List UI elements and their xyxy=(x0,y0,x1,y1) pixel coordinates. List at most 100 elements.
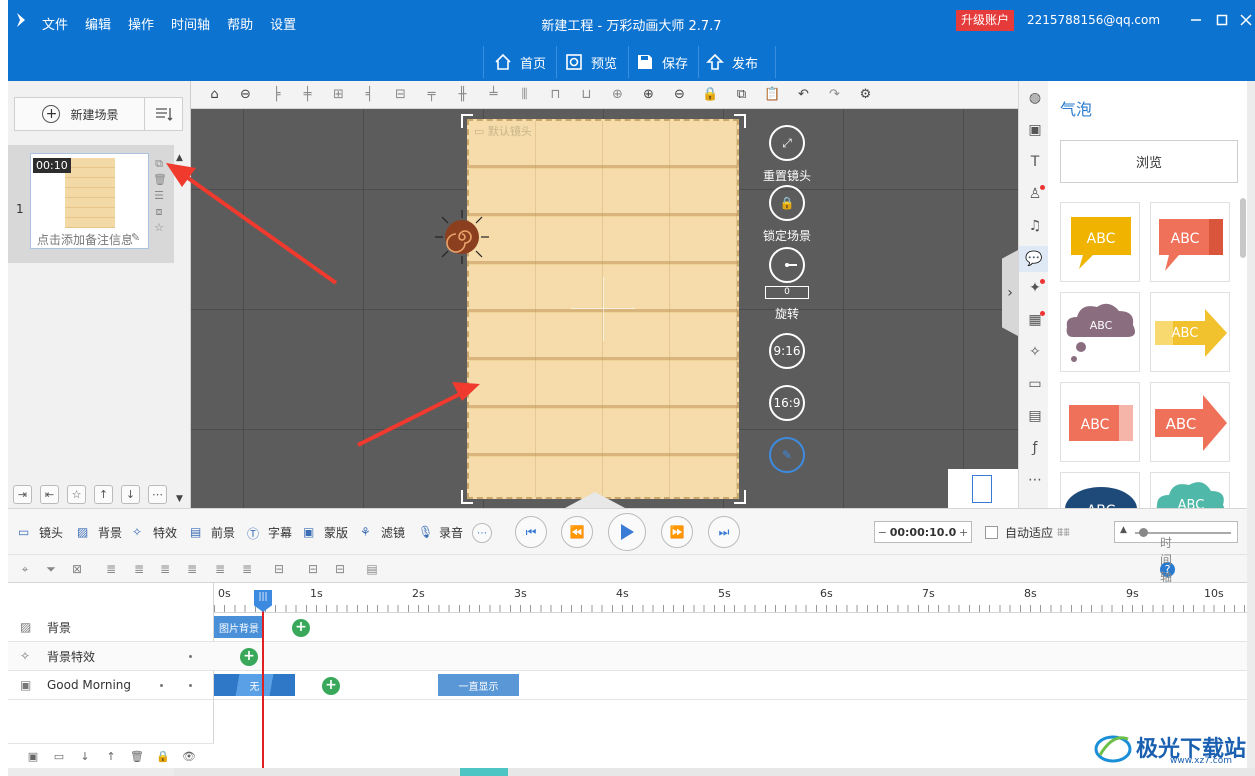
auto-fit-checkbox[interactable]: 自动适应 ⩩⩩ xyxy=(985,524,1070,541)
forward-button[interactable]: ⏩ xyxy=(661,516,693,548)
duplicate-scene-icon[interactable]: ⧈ xyxy=(153,205,165,219)
distribute-icon[interactable]: ⊟ xyxy=(272,562,286,576)
scene-item[interactable]: 1 00:10 点击添加备注信息 ✎ ⧉ 🗑 ☰ ⧈ ☆ xyxy=(8,145,174,263)
home-button[interactable]: 首页 xyxy=(494,48,546,76)
auto-fit-box[interactable] xyxy=(985,526,998,539)
visibility-dot[interactable] xyxy=(189,655,192,658)
tab-effects[interactable]: ✧ 特效 xyxy=(132,524,177,540)
music-icon[interactable]: ♫ xyxy=(1026,217,1044,235)
reset-camera-icon[interactable]: ⤢ xyxy=(769,125,805,161)
rotate-control[interactable]: 0 旋转 xyxy=(757,247,817,322)
text-icon[interactable]: T xyxy=(1026,153,1044,171)
copy-icon[interactable]: ⧉ xyxy=(726,84,757,106)
align-tool-icon[interactable]: ≣ xyxy=(158,562,172,576)
publish-button[interactable]: 发布 xyxy=(706,48,758,76)
panel-scrollbar[interactable] xyxy=(1240,198,1246,258)
ratio-169-button[interactable]: 16:9 xyxy=(757,385,817,421)
filter-icon[interactable]: ⏷ xyxy=(44,562,58,576)
align-middle-icon[interactable]: ╫ xyxy=(447,84,478,106)
bubble-item[interactable]: ABC xyxy=(1060,382,1140,462)
shape-icon[interactable]: ◍ xyxy=(1026,89,1044,107)
effect-wand-icon[interactable]: ✧ xyxy=(1026,343,1044,361)
track-background-effects[interactable]: ✧ 背景特效 xyxy=(8,642,214,671)
zoom-out-small-icon[interactable]: ▲ xyxy=(1120,525,1127,535)
same-width-icon[interactable]: ⊓ xyxy=(540,84,571,106)
settings-icon[interactable]: ⚙ xyxy=(850,84,881,106)
lock-dot[interactable] xyxy=(160,684,163,687)
home-view-icon[interactable]: ⌂ xyxy=(199,84,230,106)
scene-settings-icon[interactable]: ☰ xyxy=(153,189,165,203)
bubble-item[interactable]: ABC xyxy=(1060,472,1140,508)
more-icon[interactable]: ⋯ xyxy=(148,484,167,504)
move-up-icon[interactable]: ↑ xyxy=(94,484,113,504)
bubble-item[interactable]: ABC xyxy=(1060,292,1140,372)
minimize-icon[interactable] xyxy=(1188,12,1204,28)
delete-scene-icon[interactable]: 🗑 xyxy=(153,173,167,187)
align-grid-icon[interactable]: ⊞ xyxy=(323,84,354,106)
bubble-item[interactable]: ABC xyxy=(1150,382,1230,462)
next-frame-button[interactable]: ⏭ xyxy=(708,516,740,548)
rewind-button[interactable]: ⏪ xyxy=(561,516,593,548)
user-account[interactable]: 2215788156@qq.com xyxy=(1027,13,1160,27)
maximize-icon[interactable] xyxy=(1214,12,1230,28)
tab-subtitle[interactable]: Ⓣ 字幕 xyxy=(247,524,292,542)
same-size-icon[interactable]: ⊕ xyxy=(602,84,633,106)
add-keyframe-icon[interactable]: ⌖ xyxy=(18,562,32,576)
flash-icon[interactable]: ƒ xyxy=(1026,439,1044,457)
document-icon[interactable]: ▤ xyxy=(365,562,379,576)
prev-frame-button[interactable]: ⏮ xyxy=(515,516,547,548)
scene-thumbnail[interactable]: 00:10 点击添加备注信息 ✎ xyxy=(30,153,149,249)
align-right-icon[interactable]: ╡ xyxy=(354,84,385,106)
more-options-icon[interactable]: ⊖ xyxy=(230,84,261,106)
increase-icon[interactable]: + xyxy=(956,526,971,539)
browse-button[interactable]: 浏览 xyxy=(1060,140,1238,183)
clear-icon[interactable]: ⊠ xyxy=(70,562,84,576)
edit-note-icon[interactable]: ✎ xyxy=(131,231,140,244)
duration-value[interactable]: 00:00:10.0 xyxy=(890,526,957,539)
new-scene-button[interactable]: + 新建场景 xyxy=(14,97,147,131)
tab-background[interactable]: ▨ 背景 xyxy=(77,524,122,540)
scene-note[interactable]: 点击添加备注信息 xyxy=(37,231,133,248)
timeline-clip[interactable]: 无 xyxy=(214,674,295,696)
copy-scene-icon[interactable]: ⧉ xyxy=(153,157,165,171)
star-icon[interactable]: ☆ xyxy=(67,484,86,504)
collapse-panel-icon[interactable]: › xyxy=(1002,250,1018,336)
close-icon[interactable] xyxy=(1238,12,1254,28)
favorite-scene-icon[interactable]: ☆ xyxy=(153,221,165,235)
image-icon[interactable]: ▣ xyxy=(1026,121,1044,139)
visibility-dot[interactable] xyxy=(189,684,192,687)
tab-record[interactable]: 🎙 录音 xyxy=(418,524,463,540)
add-animation-icon[interactable]: + xyxy=(240,648,258,666)
zoom-in-icon[interactable]: ⊕ xyxy=(633,84,664,106)
align-tool-icon[interactable]: ≣ xyxy=(185,562,199,576)
lock-scene-icon[interactable]: 🔒 xyxy=(769,185,805,221)
duration-input[interactable]: − 00:00:10.0 + xyxy=(874,521,972,543)
reset-camera-control[interactable]: ⤢ 重置镜头 xyxy=(757,125,817,184)
track-lane-good-morning[interactable]: 无 + 一直显示 xyxy=(214,671,1247,700)
timeline-clip[interactable]: 图片背景 xyxy=(214,616,264,638)
same-height-icon[interactable]: ⊔ xyxy=(571,84,602,106)
zoom-out-icon[interactable]: ⊖ xyxy=(664,84,695,106)
upgrade-button[interactable]: 升级账户 xyxy=(956,10,1015,31)
pen-icon[interactable]: ✎ xyxy=(769,437,805,473)
align-bottom-icon[interactable]: ╧ xyxy=(478,84,509,106)
bubble-icon[interactable]: 💬 xyxy=(1019,246,1049,272)
timeline-zoom-slider[interactable]: ▲ xyxy=(1114,521,1238,543)
bubble-item[interactable]: ABC xyxy=(1150,292,1230,372)
distribute-v-icon[interactable]: ⫼ xyxy=(509,84,540,106)
timeline-help-link[interactable]: ? 时间轴帮助 xyxy=(1160,536,1178,618)
more-tabs-icon[interactable]: ⋯ xyxy=(472,523,492,543)
play-button[interactable] xyxy=(608,513,646,551)
add-animation-icon[interactable]: + xyxy=(292,619,310,637)
bubble-item[interactable]: ABC xyxy=(1150,472,1230,508)
undo-icon[interactable]: ↶ xyxy=(788,84,819,106)
folder-icon[interactable]: ▭ xyxy=(1026,375,1044,393)
save-button[interactable]: 保存 xyxy=(636,48,688,76)
tab-foreground[interactable]: ▤ 前景 xyxy=(190,524,235,540)
bubble-item[interactable]: ABC xyxy=(1060,202,1140,282)
lock-icon[interactable]: 🔒 xyxy=(695,84,726,106)
align-tool-icon[interactable]: ≣ xyxy=(213,562,227,576)
lock-scene-control[interactable]: 🔒 锁定场景 xyxy=(757,185,817,244)
preview-button[interactable]: 预览 xyxy=(565,48,617,76)
tab-filter[interactable]: ⚘ 滤镜 xyxy=(360,524,405,540)
